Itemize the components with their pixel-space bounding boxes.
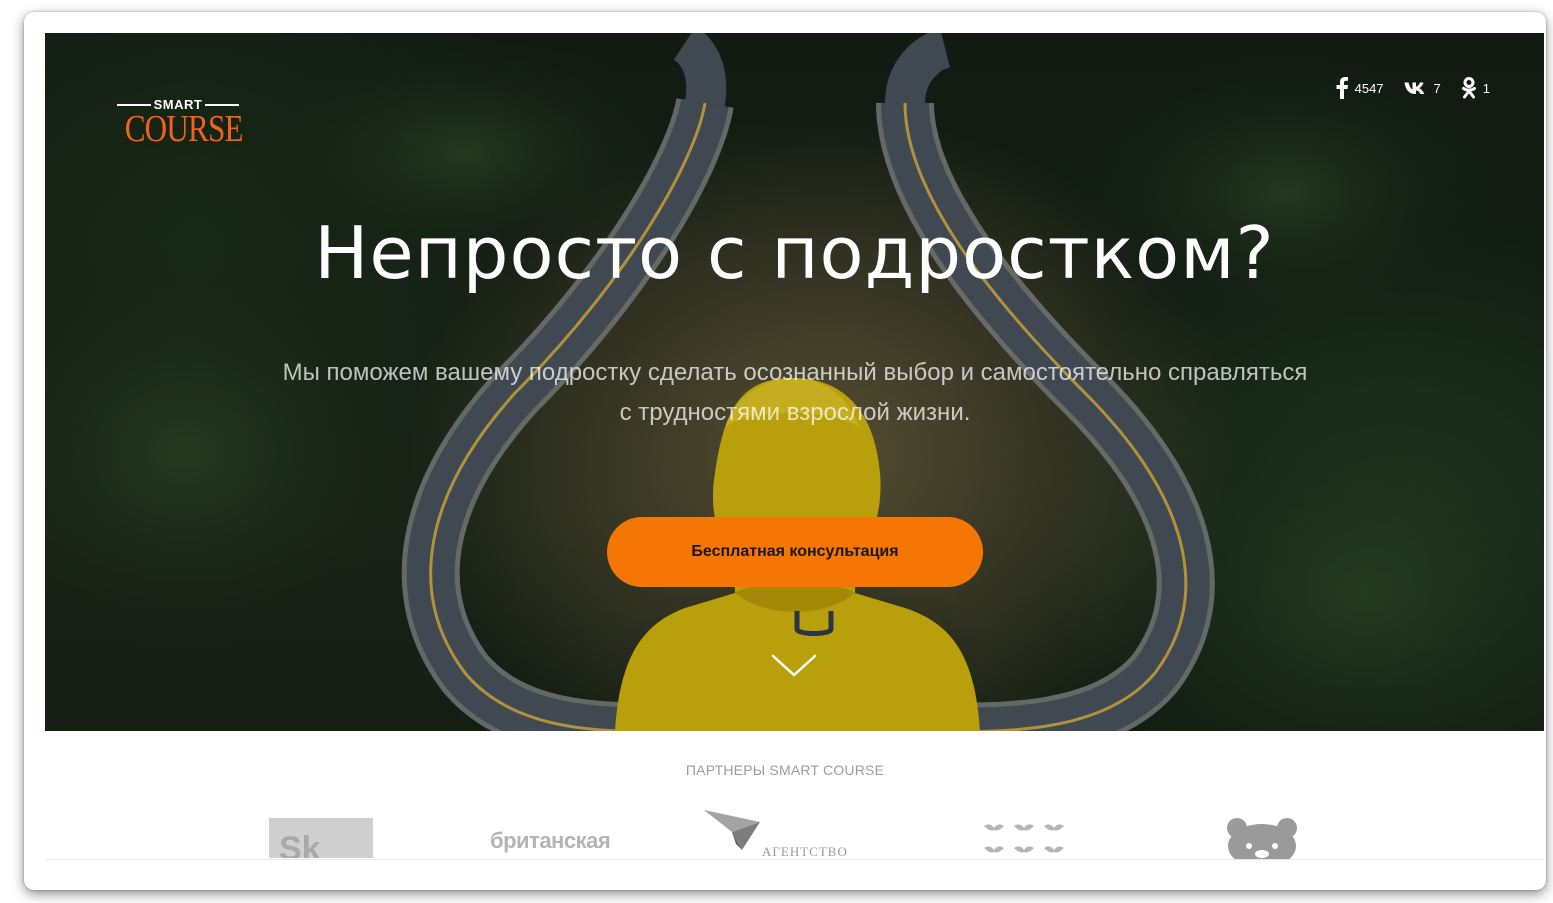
hero-headline: Непросто с подростком? — [314, 211, 1275, 295]
facebook-share[interactable]: 4547 — [1335, 77, 1384, 99]
hero-subtitle: Мы поможем вашему подростку сделать осоз… — [215, 353, 1375, 433]
vk-share[interactable]: 7 — [1404, 81, 1441, 96]
partner-agency-text: АГЕНТСТВО — [762, 844, 848, 859]
birds-icon — [984, 824, 1064, 853]
logo-course-text: COURSE — [124, 108, 244, 150]
hero-section: SMART COURSE 4547 7 1 Непросто с подрост… — [45, 33, 1544, 731]
vk-icon — [1404, 82, 1424, 94]
hero-subtitle-line-2: с трудностями взрослой жизни. — [619, 399, 971, 426]
odnoklassniki-icon — [1461, 77, 1476, 99]
partner-logo-sk[interactable]: Sk — [269, 818, 373, 858]
partners-logos: Sk британская АГЕНТСТВО — [45, 802, 1544, 860]
partner-logo-bear[interactable] — [1225, 816, 1299, 859]
free-consultation-button[interactable]: Бесплатная консультация — [607, 517, 983, 587]
partners-title: ПАРТНЕРЫ SMART COURSE — [685, 762, 885, 778]
partner-logo-british[interactable]: британская — [490, 828, 611, 854]
facebook-count: 4547 — [1354, 80, 1384, 96]
browser-window: SMART COURSE 4547 7 1 Непросто с подрост… — [24, 12, 1546, 890]
chevron-down-icon[interactable] — [771, 653, 817, 679]
smart-course-logo[interactable]: SMART COURSE — [113, 97, 244, 150]
odnoklassniki-count: 1 — [1482, 80, 1490, 96]
partner-sk-text: Sk — [279, 830, 321, 858]
odnoklassniki-share[interactable]: 1 — [1461, 77, 1490, 99]
vk-count: 7 — [1433, 80, 1441, 96]
partner-logo-birds[interactable] — [980, 820, 1070, 859]
partner-logo-agency[interactable]: АГЕНТСТВО — [702, 808, 847, 859]
hero-subtitle-line-1: Мы поможем вашему подростку сделать осоз… — [282, 359, 1308, 386]
facebook-icon — [1336, 77, 1348, 99]
paper-plane-icon — [704, 810, 760, 850]
social-share-bar: 4547 7 1 — [1335, 77, 1490, 99]
bear-icon — [1227, 818, 1297, 859]
